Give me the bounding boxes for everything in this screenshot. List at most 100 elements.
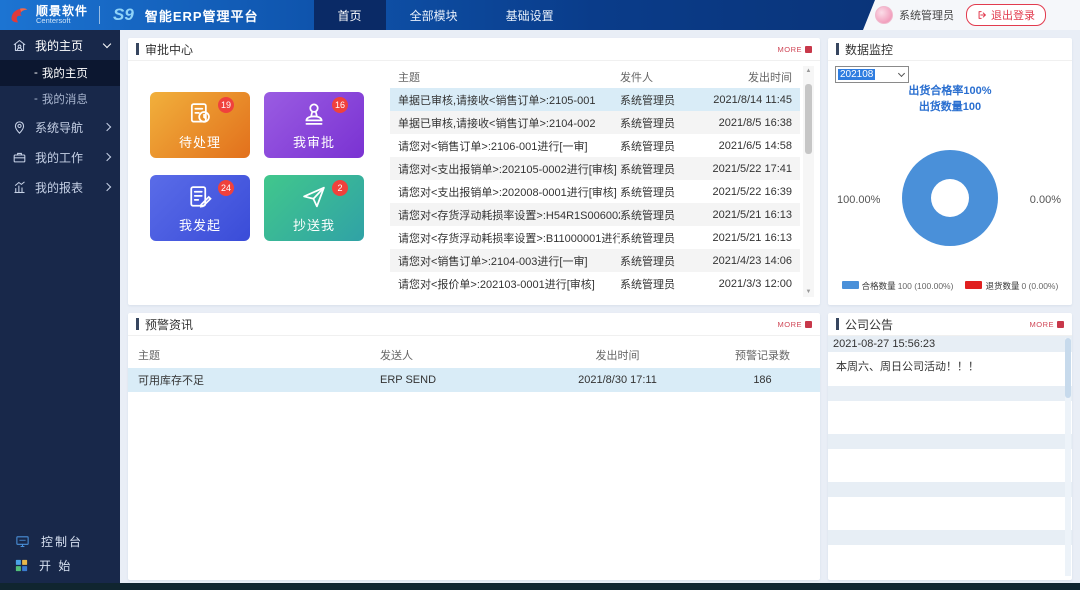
approval-row[interactable]: 请您对<支出报销单>:202105-0002进行[审核]系统管理员2021/5/…	[390, 157, 800, 180]
scroll-up-icon[interactable]: ▲	[806, 66, 812, 76]
approval-sender: 系统管理员	[620, 115, 702, 131]
nav-item-0[interactable]: 首页	[314, 0, 386, 30]
alerts-table-header: 主题发送人发出时间预警记录数	[128, 342, 820, 368]
legend-item-1[interactable]: 退货数量0 (0.00%)	[965, 280, 1058, 292]
approval-row[interactable]: 请您对<销售订单>:2104-003进行[一审]系统管理员2021/4/23 1…	[390, 249, 800, 272]
legend-item-0[interactable]: 合格数量100 (100.00%)	[842, 280, 954, 292]
announcements-scrollbar[interactable]	[1065, 338, 1071, 576]
announcements-more-link[interactable]: MORE	[1030, 320, 1065, 329]
tile-0[interactable]: 待处理 19	[150, 92, 250, 158]
alerts-more-link[interactable]: MORE	[778, 320, 813, 329]
logo-divider	[99, 6, 100, 24]
approval-time: 2021/4/23 14:06	[702, 255, 800, 267]
approval-time: 2021/6/5 14:58	[702, 140, 800, 152]
approval-scrollbar[interactable]: ▲ ▼	[803, 66, 814, 297]
approval-sender: 系统管理员	[620, 207, 702, 223]
announcement-stripe	[828, 482, 1072, 497]
approval-time: 2021/8/14 11:45	[702, 94, 800, 106]
alert-row[interactable]: 可用库存不足ERP SEND2021/8/30 17:11186	[128, 368, 820, 392]
topbar-wedge: 系统管理员 退出登录	[875, 0, 1080, 30]
nav-item-1[interactable]: 全部模块	[386, 0, 482, 30]
approval-row[interactable]: 请您对<支出报销单>:202008-0001进行[审核]系统管理员2021/5/…	[390, 180, 800, 203]
sidebar-footer: 控制台开 始	[0, 529, 120, 577]
alert-cell: 186	[705, 374, 820, 386]
topbar-right: 17:28 星期一 2021年8月30日 系统管理员 退出登录	[950, 0, 1080, 30]
tile-label: 抄送我	[293, 215, 335, 234]
logout-button[interactable]: 退出登录	[966, 4, 1046, 26]
tile-3[interactable]: 抄送我 2	[264, 175, 364, 241]
approval-sender: 系统管理员	[620, 184, 702, 200]
scroll-down-icon[interactable]: ▼	[806, 287, 812, 297]
tile-label: 我审批	[293, 132, 335, 151]
alerts-title: 预警资讯	[145, 316, 778, 333]
sidebar-footer-label: 开 始	[39, 557, 72, 574]
sidebar-subitem-0-1[interactable]: 我的消息	[0, 86, 120, 112]
approval-more-link[interactable]: MORE	[778, 45, 813, 54]
nav-item-2[interactable]: 基础设置	[482, 0, 578, 30]
user-avatar	[875, 6, 893, 24]
scroll-thumb[interactable]	[805, 84, 812, 154]
bottom-edge-bar	[0, 583, 1080, 590]
approval-row[interactable]: 请您对<存货浮动耗损率设置>:B11000001进行[审核]系统管理员2021/…	[390, 226, 800, 249]
approval-sender: 系统管理员	[620, 253, 702, 269]
approval-row[interactable]: 请您对<报价单>:202103-0001进行[审核]系统管理员2021/3/3 …	[390, 272, 800, 295]
approval-row[interactable]: 单据已审核,请接收<销售订单>:2104-002系统管理员2021/8/5 16…	[390, 111, 800, 134]
tile-badge: 19	[218, 97, 234, 113]
sidebar-item-label: 我的工作	[35, 149, 96, 166]
tile-label: 待处理	[179, 132, 221, 151]
sidebar-item-1[interactable]: 系统导航	[0, 112, 120, 142]
top-nav: 首页全部模块基础设置	[314, 0, 578, 30]
alerts-table: 主题发送人发出时间预警记录数可用库存不足ERP SEND2021/8/30 17…	[128, 342, 820, 392]
panel-accent	[136, 43, 139, 55]
sidebar-item-0[interactable]: 我的主页	[0, 30, 120, 60]
tile-2[interactable]: 我发起24	[150, 175, 250, 241]
sidebar-footer-1[interactable]: 开 始	[0, 553, 120, 577]
logo: 顺景软件 Centersoft S9 智能ERP管理平台	[0, 4, 259, 26]
approval-sender: 系统管理员	[620, 230, 702, 246]
approval-subject: 请您对<存货浮动耗损率设置>:H54R1S006002进行[审核]	[390, 207, 620, 223]
pin-icon	[12, 120, 27, 135]
column-header: 发出时间	[530, 347, 705, 363]
approval-subject: 请您对<销售订单>:2104-003进行[一审]	[390, 253, 620, 269]
announcement-list: 2021-08-27 15:56:23本周六、周日公司活动！！！	[828, 336, 1072, 578]
console-icon	[14, 534, 31, 549]
sidebar-subitem-0-0[interactable]: 我的主页	[0, 60, 120, 86]
approval-row[interactable]: 单据已审核,请接收<销售订单>:2105-001系统管理员2021/8/14 1…	[390, 88, 800, 111]
sidebar-item-3[interactable]: 我的报表	[0, 172, 120, 202]
company-logo-icon	[8, 4, 30, 26]
approval-center-title: 审批中心	[145, 41, 778, 58]
sidebar-footer-label: 控制台	[41, 533, 83, 550]
compose-icon	[186, 183, 214, 211]
announcement-blank	[828, 449, 1072, 482]
sidebar-footer-0[interactable]: 控制台	[0, 529, 120, 553]
sidebar-item-2[interactable]: 我的工作	[0, 142, 120, 172]
todo-icon	[186, 100, 214, 128]
announcements-title: 公司公告	[845, 316, 1030, 333]
approval-row[interactable]: 请您对<销售订单>:2106-001进行[一审]系统管理员2021/6/5 14…	[390, 134, 800, 157]
approval-subject: 单据已审核,请接收<销售订单>:2105-001	[390, 92, 620, 108]
data-monitor-panel: 数据监控 202108 出货合格率100% 出货数量100 100.00% 0.…	[828, 38, 1072, 305]
approval-subject: 请您对<报价单>:202103-0001进行[审核]	[390, 276, 620, 292]
tile-1[interactable]: 我审批16	[264, 92, 364, 158]
announcement-text[interactable]: 本周六、周日公司活动！！！	[828, 352, 1072, 386]
user-name: 系统管理员	[899, 7, 954, 23]
chevron-right-icon	[103, 123, 111, 131]
approval-tiles: 待处理 19 我审批16我发起24 抄送我 2	[150, 92, 364, 241]
donut-ring[interactable]	[902, 150, 998, 246]
approval-time: 2021/3/3 12:00	[702, 278, 800, 290]
stamp-icon	[300, 100, 328, 128]
approval-time: 2021/5/22 16:39	[702, 186, 800, 198]
legend-value: 0 (0.00%)	[1021, 281, 1058, 291]
logout-icon	[977, 10, 987, 20]
approval-row[interactable]: 请您对<存货浮动耗损率设置>:H54R1S006002进行[审核]系统管理员20…	[390, 203, 800, 226]
sidebar-item-label: 系统导航	[35, 119, 96, 136]
period-select[interactable]: 202108	[835, 66, 909, 83]
column-header: 发件人	[620, 69, 702, 85]
announcements-panel: 公司公告 MORE 2021-08-27 15:56:23本周六、周日公司活动！…	[828, 313, 1072, 580]
product-logo: S9	[113, 5, 134, 25]
alert-cell: ERP SEND	[380, 374, 530, 386]
data-monitor-title: 数据监控	[845, 41, 1064, 58]
approval-table: 主题发件人发出时间单据已审核,请接收<销售订单>:2105-001系统管理员20…	[390, 66, 800, 295]
briefcase-icon	[12, 150, 27, 165]
tile-badge: 2	[332, 180, 348, 196]
